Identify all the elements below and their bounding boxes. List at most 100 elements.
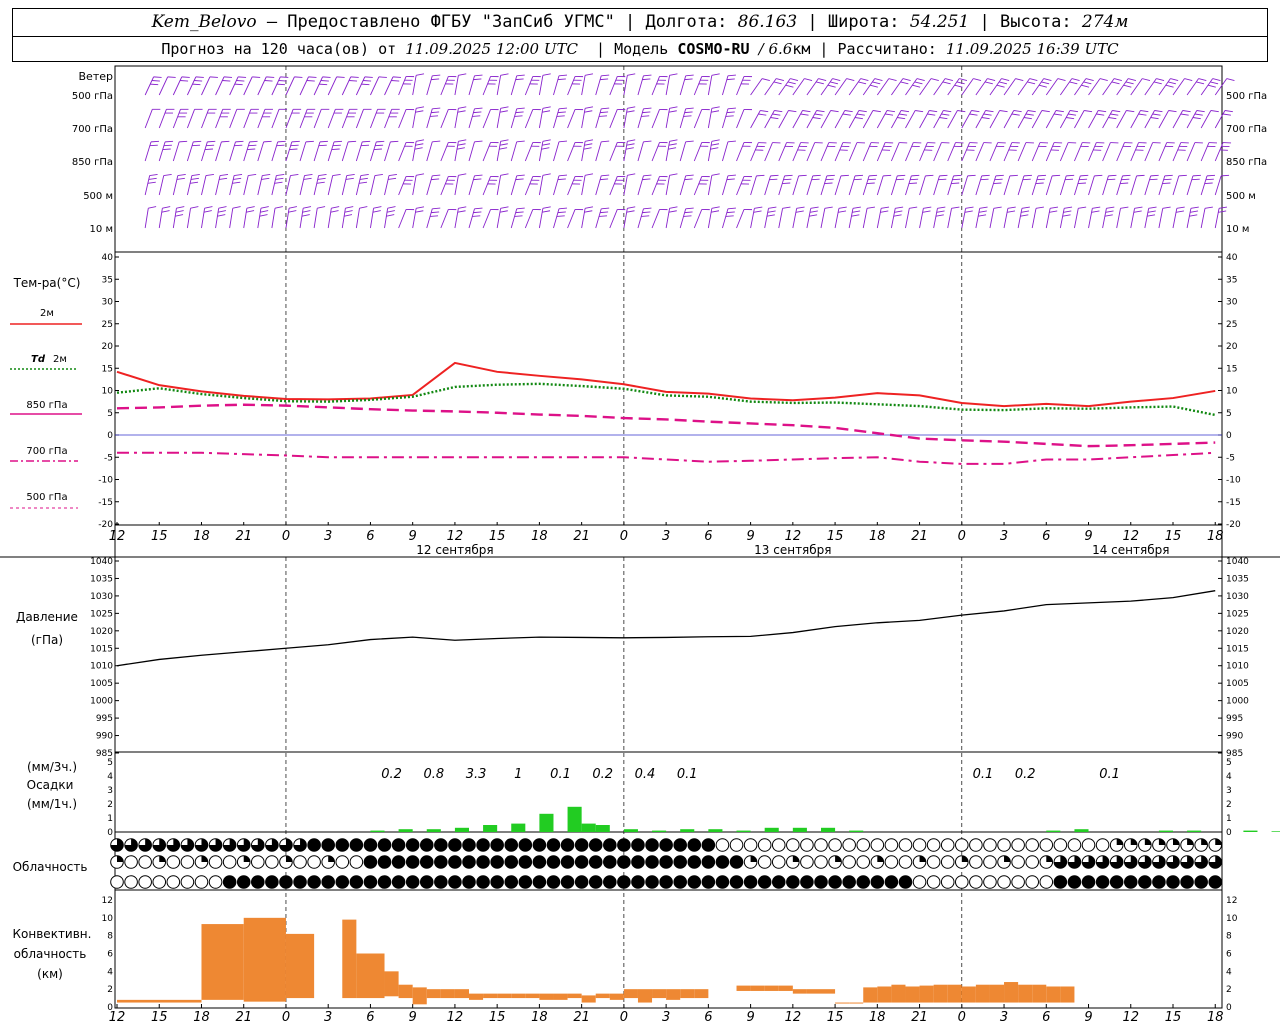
wind-barb-feather <box>846 78 855 82</box>
wind-barb-feather <box>1078 206 1087 209</box>
cloud-cover-symbol <box>180 855 195 869</box>
wind-barb-feather <box>181 76 190 78</box>
wind-barb-staff <box>524 109 534 129</box>
wind-barb <box>905 110 924 129</box>
x-tick-label-bottom: 3 <box>662 1010 670 1024</box>
wind-barb-staff <box>848 142 858 162</box>
wind-barb-staff <box>482 109 491 129</box>
wind-barb <box>651 109 668 129</box>
cloud-cover-symbol <box>588 875 603 889</box>
wind-barb-staff <box>215 208 220 229</box>
x-tick-label-bottom: 6 <box>366 1010 374 1024</box>
conv-bar <box>412 987 427 1005</box>
wind-barb-feather <box>359 177 368 180</box>
conv-bar <box>736 985 751 991</box>
conv-bar <box>849 1002 864 1004</box>
wind-barb-feather <box>643 174 652 177</box>
wind-barb-staff <box>637 75 644 96</box>
wind-barb-feather <box>515 78 524 81</box>
wind-barb-feather <box>782 206 791 209</box>
wind-barb-feather <box>1194 113 1203 116</box>
wind-barb-staff <box>440 76 449 96</box>
wind-barb-feather <box>260 210 269 213</box>
wind-barb <box>665 73 678 96</box>
wind-barb-feather <box>262 173 271 176</box>
wind-barb-feather <box>458 206 467 209</box>
wind-barb-staff <box>961 208 967 229</box>
wind-barb-feather <box>684 178 693 181</box>
wind-barb-staff <box>1003 142 1013 162</box>
wind-barb-staff <box>665 141 671 162</box>
wind-barb-feather <box>1192 117 1201 120</box>
wind-barb-feather <box>150 83 159 86</box>
wind-barb-feather <box>252 76 261 78</box>
wind-barb <box>736 209 753 229</box>
wind-barb-staff <box>792 142 802 162</box>
wind-barb <box>215 108 231 129</box>
wind-barb-feather <box>925 174 934 177</box>
wind-barb-staff <box>186 141 194 162</box>
wind-barb-feather <box>319 140 328 143</box>
precip-bar <box>595 825 610 832</box>
wind-barb-feather <box>796 206 805 209</box>
wind-barb-feather <box>542 139 551 142</box>
wind-barb <box>961 110 980 129</box>
wind-barb-feather <box>795 210 804 213</box>
wind-barb <box>876 142 894 162</box>
wind-barb-staff <box>215 109 224 129</box>
wind-barb-staff <box>384 141 391 162</box>
wind-barb-staff <box>651 176 660 196</box>
wind-barb-staff <box>1116 142 1125 162</box>
wind-barb-feather <box>542 210 551 213</box>
wind-barb-staff <box>679 141 687 162</box>
cloud-cover-symbol <box>588 855 603 869</box>
wind-barb-staff <box>820 110 832 129</box>
wind-barb <box>609 209 626 229</box>
wind-barb-feather <box>643 207 652 210</box>
wind-barb-feather <box>965 206 974 209</box>
wind-barb-staff <box>355 141 363 162</box>
wind-barb <box>890 174 906 196</box>
wind-barb-feather <box>912 84 921 88</box>
wind-barb-feather <box>585 206 594 209</box>
wind-barb <box>454 106 467 129</box>
wind-barb-staff <box>1074 175 1081 196</box>
conv-bars <box>117 917 1075 1005</box>
cloud-cover-symbol <box>349 875 364 889</box>
wind-barb <box>764 206 777 229</box>
wind-barb <box>1031 110 1050 129</box>
wind-barb <box>1200 142 1217 162</box>
x-tick-label-top: 15 <box>151 529 168 544</box>
wind-barb <box>186 173 200 196</box>
wind-barb-staff <box>637 208 644 229</box>
cloud-cover-symbol <box>574 875 589 889</box>
wind-barb-feather <box>516 107 525 110</box>
wind-barb-feather <box>1149 178 1158 181</box>
cloud-cover-symbol <box>617 855 631 869</box>
cloud-cover-fill <box>1004 855 1011 862</box>
conv-bar <box>947 984 962 1003</box>
cloud-cover-symbol <box>842 855 856 869</box>
x-tick-label-bottom: 15 <box>489 1010 506 1024</box>
wind-barb-staff <box>1130 208 1136 229</box>
wind-barb-feather <box>627 139 636 142</box>
wind-barb-staff <box>144 208 149 229</box>
wind-barb-feather <box>218 206 227 209</box>
wind-barb-staff <box>834 208 840 229</box>
wind-barb-feather <box>896 178 905 181</box>
x-tick-label-bottom: 6 <box>704 1010 712 1024</box>
x-tick-label-bottom: 0 <box>282 1010 290 1024</box>
wind-barb-staff <box>637 175 644 196</box>
wind-barb-feather <box>783 178 792 181</box>
x-tick-label-top: 21 <box>573 529 590 544</box>
wind-barb-staff <box>158 109 167 129</box>
wind-barb-feather <box>259 214 268 217</box>
wind-barb-staff <box>1158 110 1170 129</box>
wind-barb-feather <box>336 76 345 78</box>
wind-barb-staff <box>313 141 321 162</box>
wind-barb-feather <box>726 211 735 214</box>
wind-barb-feather <box>1043 78 1052 82</box>
cloud-cover-symbol <box>293 855 307 869</box>
cloud-cover-symbol <box>898 875 913 889</box>
wind-barb-feather <box>542 143 551 146</box>
